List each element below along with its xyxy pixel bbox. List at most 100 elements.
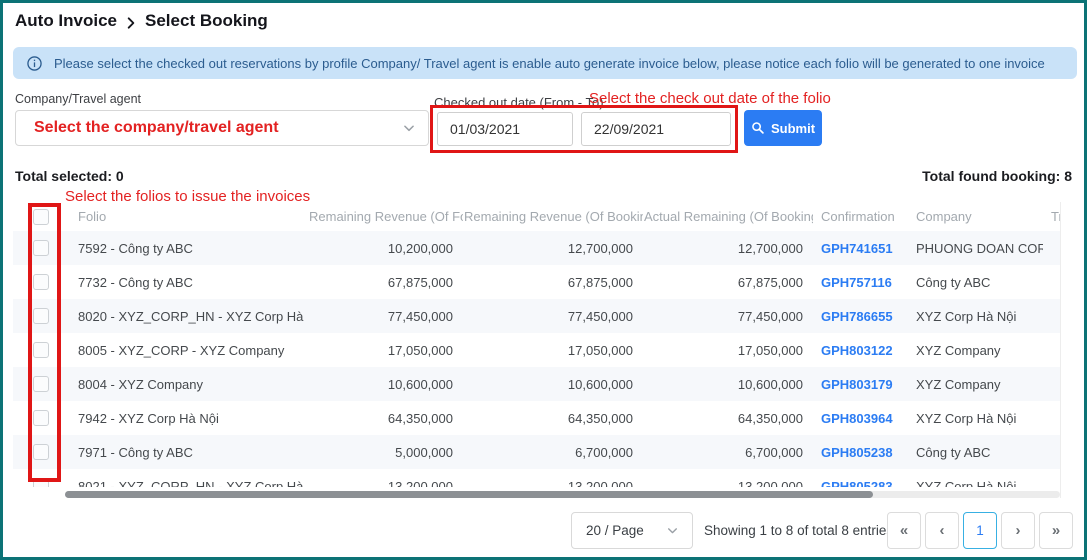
chevron-down-icon [666,524,680,538]
search-icon [751,121,765,135]
actual-remaining-cell: 10,600,000 [643,367,813,401]
company-select-placeholder: Select the company/travel agent [34,119,279,137]
remaining-revenue-booking-cell: 10,600,000 [463,367,643,401]
row-checkbox[interactable] [33,240,49,256]
row-checkbox[interactable] [33,376,49,392]
remaining-revenue-booking-cell: 67,875,000 [463,265,643,299]
folio-cell: 8020 - XYZ_CORP_HN - XYZ Corp Hà Nội [68,299,308,333]
table-row: 7971 - Công ty ABC 5,000,000 6,700,000 6… [13,435,1060,469]
col-confirmation: Confirmation [813,202,908,231]
actual-remaining-cell: 6,700,000 [643,435,813,469]
col-remaining-revenue-folio: Remaining Revenue (Of Folio) [308,202,463,231]
actual-remaining-cell: 13,200,000 [643,469,813,487]
confirmation-link[interactable]: GPH757116 [821,275,892,290]
chevron-right-icon [124,15,138,29]
remaining-revenue-booking-cell: 13,200,000 [463,469,643,487]
horizontal-scrollbar[interactable] [65,491,1060,498]
booking-table: Folio Remaining Revenue (Of Folio) Remai… [13,202,1060,487]
remaining-revenue-booking-cell: 17,050,000 [463,333,643,367]
table-row: 8004 - XYZ Company 10,600,000 10,600,000… [13,367,1060,401]
actual-remaining-cell: 67,875,000 [643,265,813,299]
horizontal-scrollbar-thumb[interactable] [65,491,873,498]
last-page-button[interactable]: » [1039,512,1073,549]
date-to-input[interactable] [581,112,731,146]
confirmation-link[interactable]: GPH803964 [821,411,893,426]
folio-cell: 7971 - Công ty ABC [68,435,308,469]
date-from-input[interactable] [437,112,573,146]
row-checkbox[interactable] [33,410,49,426]
confirmation-link[interactable]: GPH803122 [821,343,893,358]
chevron-down-icon [402,121,416,135]
first-page-button[interactable]: « [887,512,921,549]
info-banner-text: Please select the checked out reservatio… [54,56,1045,71]
folio-cell: 8005 - XYZ_CORP - XYZ Company [68,333,308,367]
row-checkbox[interactable] [33,444,49,460]
remaining-revenue-booking-cell: 12,700,000 [463,231,643,265]
remaining-revenue-folio-cell: 77,450,000 [308,299,463,333]
table-header-row: Folio Remaining Revenue (Of Folio) Remai… [13,202,1060,231]
info-banner: Please select the checked out reservatio… [13,47,1077,79]
prev-page-button[interactable]: ‹ [925,512,959,549]
table-row: 7732 - Công ty ABC 67,875,000 67,875,000… [13,265,1060,299]
showing-entries-text: Showing 1 to 8 of total 8 entries [704,523,893,538]
booking-table-body: 7592 - Công ty ABC 10,200,000 12,700,000… [13,231,1060,487]
actual-remaining-cell: 64,350,000 [643,401,813,435]
confirmation-link[interactable]: GPH805283 [821,479,893,488]
auto-invoice-page: Auto Invoice Select Booking Please selec… [0,0,1087,560]
company-cell: XYZ Company [908,367,1043,401]
total-selected-text: Total selected: 0 [15,168,124,184]
confirmation-link[interactable]: GPH803179 [821,377,893,392]
folio-cell: 7732 - Công ty ABC [68,265,308,299]
folio-cell: 8004 - XYZ Company [68,367,308,401]
remaining-revenue-folio-cell: 67,875,000 [308,265,463,299]
table-row: 7942 - XYZ Corp Hà Nội 64,350,000 64,350… [13,401,1060,435]
total-found-text: Total found booking: 8 [922,168,1072,184]
submit-button[interactable]: Submit [744,110,822,146]
confirmation-link[interactable]: GPH805238 [821,445,893,460]
col-remaining-revenue-booking: Remaining Revenue (Of Booking) [463,202,643,231]
page-size-value: 20 / Page [586,523,644,538]
company-cell: XYZ Corp Hà Nội [908,469,1043,487]
company-agent-select[interactable]: Select the company/travel agent [15,110,429,146]
breadcrumb-auto-invoice[interactable]: Auto Invoice [15,11,117,31]
row-checkbox[interactable] [33,308,49,324]
submit-button-label: Submit [771,121,815,136]
company-cell: XYZ Corp Hà Nội [908,299,1043,333]
remaining-revenue-booking-cell: 64,350,000 [463,401,643,435]
folio-cell: 8021 - XYZ_CORP_HN - XYZ Corp Hà Nội [68,469,308,487]
remaining-revenue-folio-cell: 10,200,000 [308,231,463,265]
remaining-revenue-booking-cell: 77,450,000 [463,299,643,333]
actual-remaining-cell: 12,700,000 [643,231,813,265]
row-checkbox[interactable] [33,478,49,487]
table-row: 8020 - XYZ_CORP_HN - XYZ Corp Hà Nội 77,… [13,299,1060,333]
page-1-button[interactable]: 1 [963,512,997,549]
company-cell: Công ty ABC [908,435,1043,469]
company-cell: Công ty ABC [908,265,1043,299]
company-cell: XYZ Company [908,333,1043,367]
table-row: 8021 - XYZ_CORP_HN - XYZ Corp Hà Nội 13,… [13,469,1060,487]
table-row: 8005 - XYZ_CORP - XYZ Company 17,050,000… [13,333,1060,367]
company-agent-label: Company/Travel agent [15,92,141,106]
col-actual-remaining-booking: Actual Remaining (Of Booking) [643,202,813,231]
company-cell: PHUONG DOAN CORP [908,231,1043,265]
remaining-revenue-folio-cell: 64,350,000 [308,401,463,435]
actual-remaining-cell: 77,450,000 [643,299,813,333]
table-right-edge [1060,202,1061,498]
page-size-select[interactable]: 20 / Page [571,512,693,549]
remaining-revenue-folio-cell: 5,000,000 [308,435,463,469]
folio-cell: 7942 - XYZ Corp Hà Nội [68,401,308,435]
remaining-revenue-folio-cell: 10,600,000 [308,367,463,401]
confirmation-link[interactable]: GPH786655 [821,309,893,324]
row-checkbox[interactable] [33,342,49,358]
table-row: 7592 - Công ty ABC 10,200,000 12,700,000… [13,231,1060,265]
confirmation-link[interactable]: GPH741651 [821,241,893,256]
folio-cell: 7592 - Công ty ABC [68,231,308,265]
breadcrumb-select-booking: Select Booking [145,11,268,31]
breadcrumb: Auto Invoice Select Booking [15,11,268,31]
remaining-revenue-folio-cell: 17,050,000 [308,333,463,367]
col-folio: Folio [68,202,308,231]
row-checkbox[interactable] [33,274,49,290]
next-page-button[interactable]: › [1001,512,1035,549]
info-icon [27,56,42,71]
select-all-checkbox[interactable] [33,209,49,225]
